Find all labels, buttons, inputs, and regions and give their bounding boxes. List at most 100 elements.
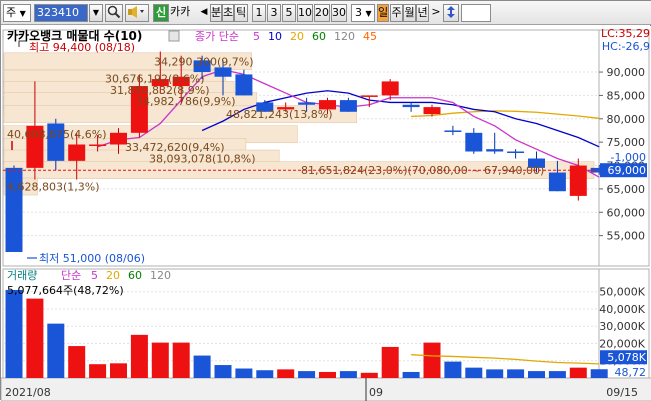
- count-value: 3: [355, 6, 362, 19]
- price-panel-title: 카카오뱅크 매물대 수(10): [7, 28, 142, 43]
- volume-bar[interactable]: [235, 368, 253, 378]
- volume-bar[interactable]: [130, 334, 148, 378]
- period-second-button[interactable]: 초: [222, 4, 234, 22]
- next-arrow-button[interactable]: >: [431, 4, 441, 22]
- volume-bar[interactable]: [528, 371, 545, 378]
- volume-bar[interactable]: [590, 369, 608, 378]
- volume-tick-label: 50,000K: [599, 286, 645, 299]
- volume-bar[interactable]: [319, 371, 336, 378]
- candle-body[interactable]: [465, 132, 483, 152]
- hc-label: HC:-26,9: [602, 40, 650, 53]
- x-axis-label: 09: [369, 386, 383, 399]
- candle-body[interactable]: [381, 81, 399, 96]
- search-button[interactable]: [105, 4, 123, 22]
- volume-ma-period-label: 5: [91, 269, 98, 282]
- ma-label: 종가 단순: [195, 30, 239, 43]
- volume-bar[interactable]: [381, 346, 399, 378]
- price-tick-label: 90,000: [607, 66, 646, 79]
- period-30-button[interactable]: 30: [331, 4, 347, 22]
- period-year-button[interactable]: 년: [416, 4, 429, 22]
- volume-bar[interactable]: [151, 342, 169, 378]
- market-value: 주: [6, 6, 17, 19]
- market-select[interactable]: 주 ▼: [3, 4, 31, 22]
- volume-bar[interactable]: [47, 323, 65, 378]
- volume-bar[interactable]: [360, 372, 378, 378]
- blank-input[interactable]: [461, 4, 491, 22]
- volume-bar[interactable]: [89, 364, 107, 378]
- price-tick-label: 85,000: [607, 89, 646, 102]
- candle-body[interactable]: [339, 100, 357, 112]
- volume-bar[interactable]: [68, 346, 86, 378]
- candle-body[interactable]: [360, 95, 378, 97]
- chevron-down-icon: ▼: [92, 8, 100, 17]
- period-3-button[interactable]: 3: [267, 4, 281, 22]
- period-10-button[interactable]: 10: [297, 4, 313, 22]
- updown-button[interactable]: [443, 4, 459, 22]
- volume-profile-label: 81,651,824(23,0%)(70,080,00 ~ 67,940,00): [301, 164, 544, 177]
- period-1-button[interactable]: 1: [252, 4, 266, 22]
- volume-bar[interactable]: [402, 371, 420, 378]
- period-day-button[interactable]: 일: [377, 4, 389, 22]
- candle-body[interactable]: [444, 130, 462, 132]
- volume-tick-label: 40,000K: [599, 303, 645, 316]
- volume-profile-label: 48,821,243(13,8%): [226, 108, 333, 121]
- volume-ma-period-label: 120: [150, 269, 171, 282]
- code-input[interactable]: 323410: [34, 4, 88, 22]
- alert-sound-button[interactable]: [125, 4, 149, 22]
- volume-panel-title: 거래량: [7, 269, 37, 282]
- volume-bar[interactable]: [5, 289, 23, 378]
- candle-body[interactable]: [548, 172, 566, 192]
- current-volume-pct: 48,72: [615, 366, 647, 379]
- volume-bar[interactable]: [110, 363, 127, 378]
- period-week-button[interactable]: 주: [390, 4, 403, 22]
- volume-ma-label: 단순: [61, 269, 81, 282]
- period-tick-button[interactable]: 틱: [234, 4, 248, 22]
- chart-window: 주 ▼ 323410 ▼ 신 카카 ◀ 분 초 틱 1 3 5 10 20 30…: [0, 0, 651, 401]
- volume-bar[interactable]: [569, 367, 587, 378]
- volume-profile-label: 4,628,803(1,3%): [7, 181, 100, 194]
- period-5-button[interactable]: 5: [282, 4, 296, 22]
- ma-period-label: 60: [312, 30, 326, 43]
- current-price-label: 69,000: [608, 164, 647, 177]
- volume-profile-label: 34,290,300(9,7%): [154, 55, 254, 68]
- volume-bar[interactable]: [193, 355, 211, 378]
- chevron-down-icon: ▼: [19, 9, 26, 18]
- volume-bar[interactable]: [256, 370, 274, 378]
- period-minute-button[interactable]: 분: [210, 4, 222, 22]
- checkbox-icon[interactable]: [168, 30, 180, 42]
- volume-bar[interactable]: [486, 369, 504, 378]
- candle-body[interactable]: [486, 149, 504, 152]
- candle-body[interactable]: [68, 144, 86, 161]
- candle-body[interactable]: [235, 74, 253, 96]
- volume-bar[interactable]: [444, 361, 462, 378]
- volume-bar[interactable]: [548, 371, 566, 378]
- volume-bar[interactable]: [298, 371, 316, 378]
- period-month-button[interactable]: 월: [403, 4, 416, 22]
- volume-bar[interactable]: [423, 342, 441, 378]
- new-badge[interactable]: 신: [153, 4, 169, 22]
- volume-bar[interactable]: [214, 365, 232, 378]
- volume-bar[interactable]: [339, 371, 357, 378]
- candle-body[interactable]: [298, 102, 316, 105]
- period-20-button[interactable]: 20: [314, 4, 330, 22]
- stock-name: 카카: [170, 5, 191, 18]
- candle-body[interactable]: [507, 151, 525, 154]
- volume-bar[interactable]: [465, 367, 483, 378]
- volume-bar[interactable]: [277, 369, 295, 378]
- price-tick-label: 75,000: [607, 136, 646, 149]
- candlestick-chart[interactable]: 90,00085,00080,00075,00070,00065,00060,0…: [1, 26, 651, 401]
- lc-label: LC:35,29: [601, 27, 650, 40]
- ma-period-label: 20: [290, 30, 304, 43]
- candle-body[interactable]: [214, 67, 232, 77]
- volume-bar[interactable]: [26, 298, 44, 378]
- volume-bar[interactable]: [507, 369, 525, 378]
- candle-body[interactable]: [89, 144, 107, 146]
- count-select[interactable]: 3 ▼: [351, 4, 375, 22]
- candle-body[interactable]: [402, 104, 420, 108]
- candle-body[interactable]: [423, 107, 441, 115]
- volume-ma-period-label: 60: [128, 269, 142, 282]
- volume-bar[interactable]: [172, 342, 190, 378]
- prev-arrow-button[interactable]: ◀: [199, 4, 209, 22]
- code-dropdown-button[interactable]: ▼: [89, 4, 103, 22]
- price-tick-label: 65,000: [607, 183, 646, 196]
